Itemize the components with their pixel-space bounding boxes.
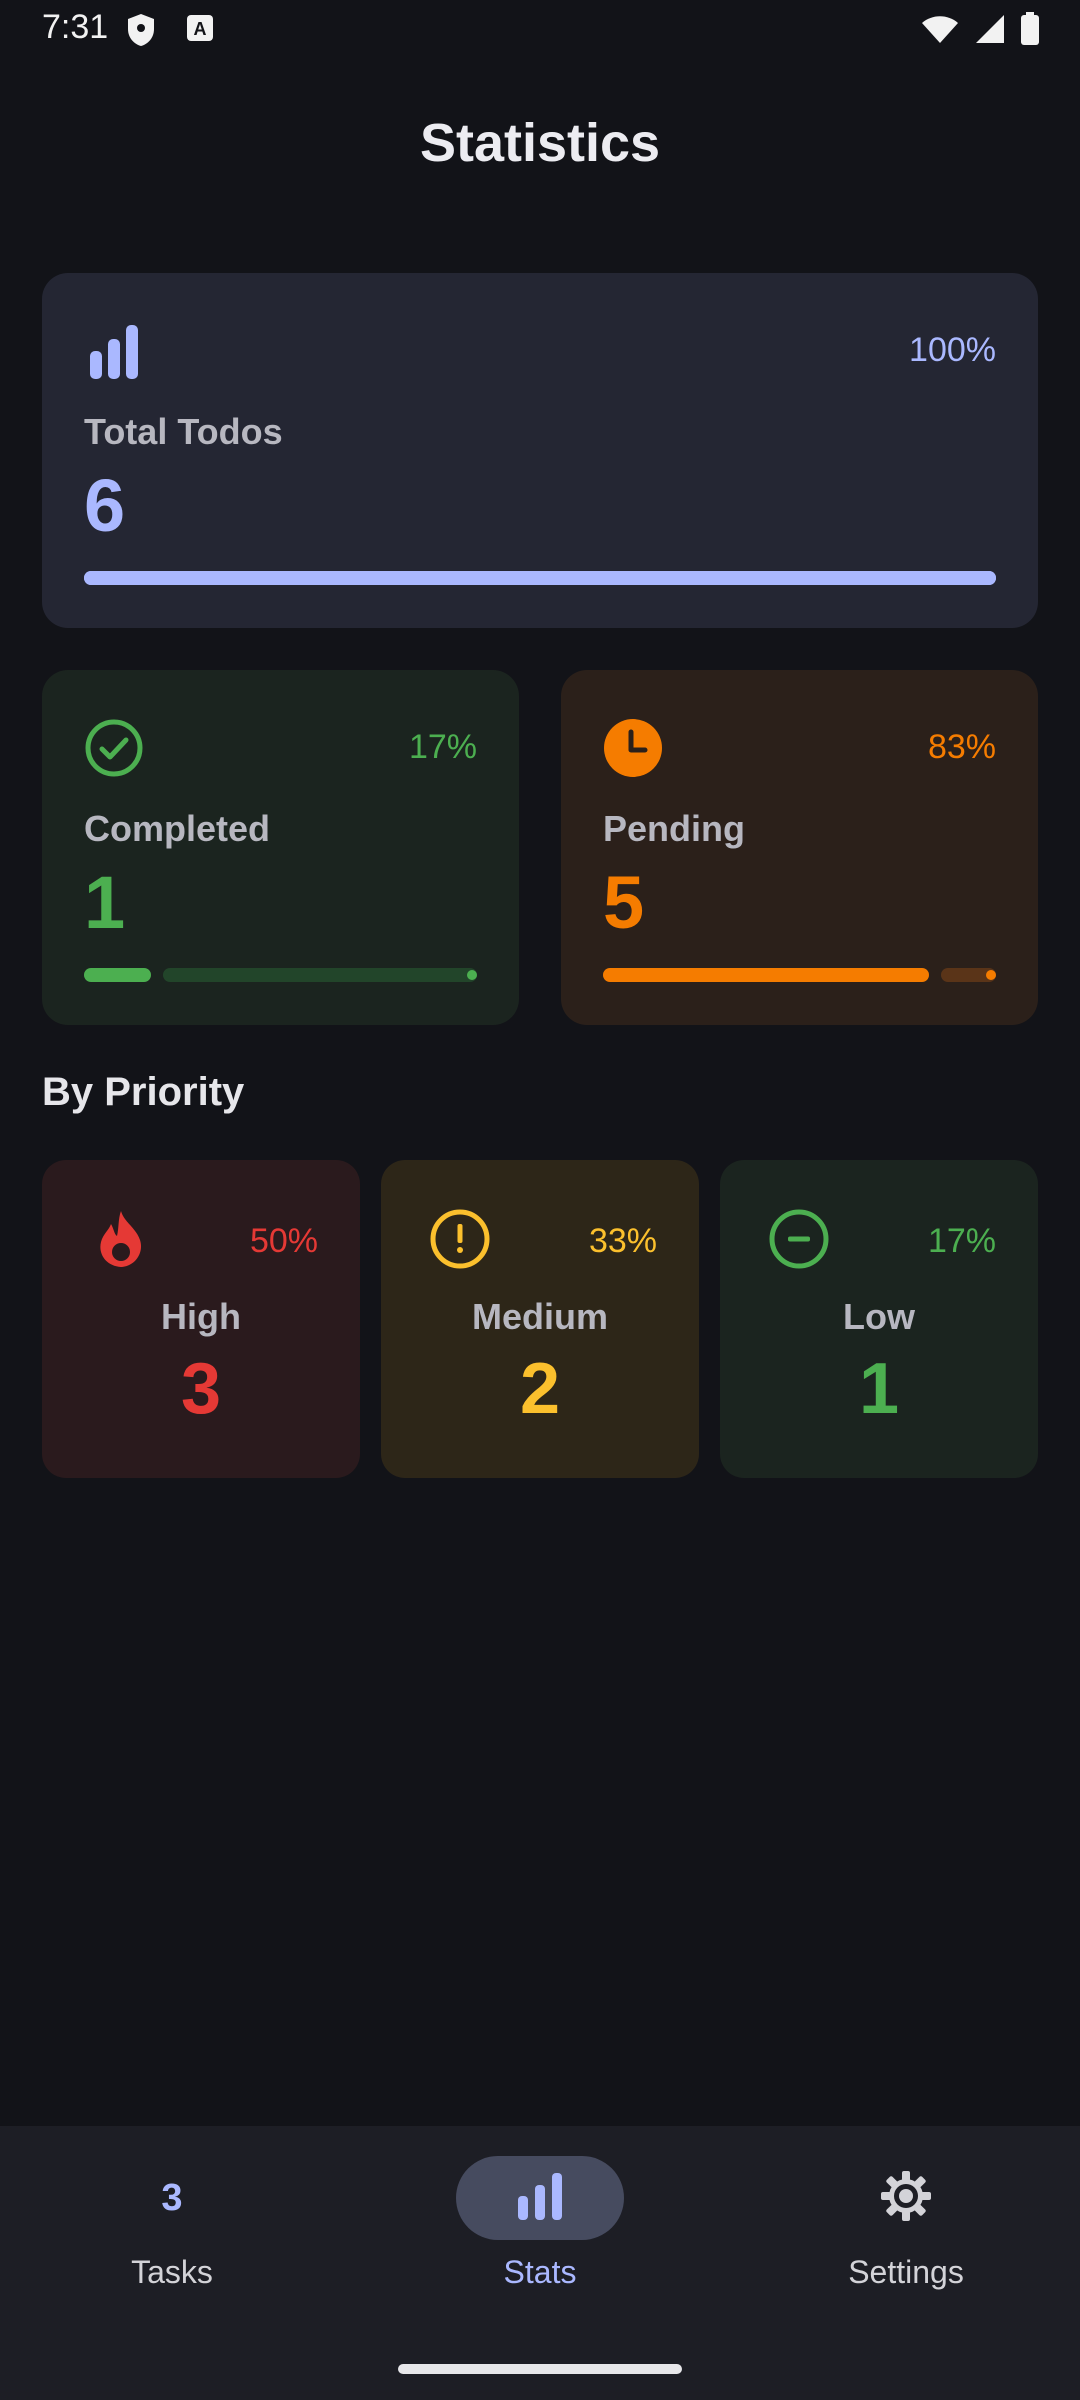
pending-label: Pending (603, 808, 745, 849)
total-label: Total Todos (84, 411, 283, 452)
priority-medium-label: Medium (471, 1296, 608, 1337)
tasks-count: 3 (161, 2176, 183, 2219)
fire-icon (90, 1208, 152, 1270)
completed-progress-end-dot (467, 970, 477, 980)
pending-value: 5 (603, 861, 645, 944)
nav-settings[interactable]: Settings (756, 2156, 1056, 2291)
total-todos-card: 100% Total Todos 6 (42, 273, 1038, 628)
nav-stats-label: Stats (503, 2254, 577, 2290)
total-value: 6 (84, 464, 126, 547)
priority-card-high: 50% High 3 (42, 1160, 360, 1478)
nav-stats-indicator (456, 2156, 624, 2240)
completed-progress-bar (84, 968, 477, 982)
bar-chart-icon (84, 321, 144, 381)
exclamation-circle-icon (429, 1208, 491, 1270)
pending-card: 83% Pending 5 (561, 670, 1038, 1025)
shield-icon (126, 12, 156, 53)
minus-circle-icon (768, 1208, 830, 1270)
status-right-icons (920, 12, 1040, 51)
status-time: 7:31 (42, 8, 109, 46)
tasks-count-badge: 3 (88, 2156, 256, 2240)
completed-label: Completed (84, 808, 271, 849)
nav-tasks[interactable]: 3 Tasks (22, 2156, 322, 2291)
pending-progress-end-dot (986, 970, 996, 980)
priority-low-label: Low (843, 1296, 915, 1337)
priority-high-label: High (161, 1296, 241, 1337)
priority-medium-percent: 33% (588, 1222, 657, 1260)
nav-settings-icon-wrap (822, 2156, 990, 2240)
total-progress-fill (84, 571, 996, 585)
total-progress-bar (84, 571, 996, 585)
priority-card-low: 17% Low 1 (720, 1160, 1038, 1478)
nav-settings-label: Settings (848, 2254, 964, 2290)
check-circle-icon (84, 718, 144, 778)
priority-low-percent: 17% (927, 1222, 996, 1260)
status-bar: 7:31 A (0, 0, 1080, 64)
priority-low-value: 1 (858, 1349, 900, 1429)
total-percent: 100% (909, 331, 996, 369)
completed-value: 1 (84, 861, 126, 944)
clock-icon (603, 718, 663, 778)
priority-high-value: 3 (180, 1349, 222, 1429)
completed-percent: 17% (408, 728, 477, 766)
nav-stats[interactable]: Stats (390, 2156, 690, 2291)
priority-high-percent: 50% (249, 1222, 318, 1260)
battery-icon (1020, 12, 1040, 51)
completed-progress-track (162, 968, 477, 982)
completed-card: 17% Completed 1 (42, 670, 519, 1025)
section-title-by-priority: By Priority (42, 1070, 245, 1114)
svg-text:A: A (194, 19, 207, 39)
pending-progress-fill (603, 968, 930, 982)
signal-icon (974, 13, 1006, 50)
page-title: Statistics (419, 113, 661, 173)
priority-card-medium: 33% Medium 2 (381, 1160, 699, 1478)
completed-progress-fill (84, 968, 151, 982)
gear-icon (879, 2169, 933, 2228)
priority-medium-value: 2 (519, 1349, 561, 1429)
keyboard-a-icon: A (186, 14, 214, 47)
bottom-navigation: 3 Tasks Stats Settings (0, 2126, 1080, 2400)
nav-tasks-label: Tasks (131, 2254, 213, 2290)
bar-chart-icon (514, 2170, 566, 2227)
pending-progress-bar (603, 968, 996, 982)
home-indicator[interactable] (398, 2364, 682, 2374)
pending-percent: 83% (927, 728, 996, 766)
wifi-icon (920, 13, 960, 50)
